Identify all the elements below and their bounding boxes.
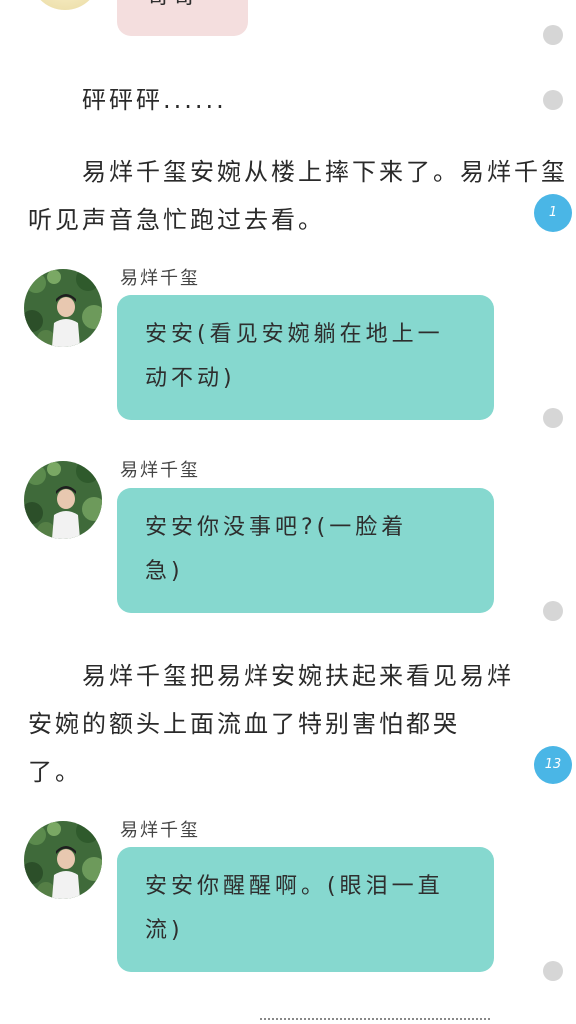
- message-bubble: 安安(看见安婉躺在地上一 动不动): [117, 295, 494, 420]
- comment-count: 1: [548, 205, 558, 220]
- paragraph-comment-dot-icon[interactable]: [543, 25, 563, 45]
- speaker-name: 易烊千玺: [120, 820, 200, 841]
- partial-next-line: [260, 1014, 500, 1024]
- message-text: 哥哥~: [147, 0, 221, 9]
- paragraph-comment-count-badge[interactable]: 1: [534, 194, 572, 232]
- boy-portrait-avatar-icon: [24, 269, 102, 347]
- narration-paragraph: 易烊千玺把易烊安婉扶起来看见易烊 安婉的额头上面流血了特别害怕都哭 了。: [28, 652, 528, 796]
- speaker-avatar[interactable]: [24, 821, 102, 899]
- paragraph-comment-count-badge[interactable]: 13: [534, 746, 572, 784]
- speaker-avatar[interactable]: [24, 269, 102, 347]
- speaker-avatar[interactable]: [24, 461, 102, 539]
- paragraph-comment-dot-icon[interactable]: [543, 90, 563, 110]
- avatar-partial-top[interactable]: [30, 0, 100, 10]
- comment-count: 13: [544, 757, 562, 772]
- message-line: 安安你醒醒啊。(眼泪一直: [145, 874, 444, 899]
- message-line: 动不动): [145, 366, 236, 391]
- message-line: 流): [145, 918, 184, 943]
- narration-line: 砰砰砰......: [82, 86, 227, 114]
- paragraph-comment-dot-icon[interactable]: [543, 961, 563, 981]
- message-line: 安安(看见安婉躺在地上一: [145, 322, 444, 347]
- narration-paragraph: 砰砰砰......: [28, 76, 528, 124]
- speaker-name: 易烊千玺: [120, 268, 200, 289]
- narration-line: 听见声音急忙跑过去看。: [28, 206, 325, 234]
- narration-line: 安婉的额头上面流血了特别害怕都哭: [28, 710, 460, 738]
- message-bubble: 安安你没事吧?(一脸着 急): [117, 488, 494, 613]
- message-line: 安安你没事吧?(一脸着: [145, 515, 408, 540]
- narration-paragraph: 易烊千玺安婉从楼上摔下来了。易烊千玺 听见声音急忙跑过去看。: [28, 148, 568, 244]
- message-bubble: 安安你醒醒啊。(眼泪一直 流): [117, 847, 494, 972]
- narration-line: 了。: [28, 758, 82, 786]
- speaker-name: 易烊千玺: [120, 460, 200, 481]
- narration-line: 易烊千玺安婉从楼上摔下来了。易烊千玺: [82, 158, 568, 186]
- paragraph-comment-dot-icon[interactable]: [543, 601, 563, 621]
- narration-line: 易烊千玺把易烊安婉扶起来看见易烊: [82, 662, 514, 690]
- boy-portrait-avatar-icon: [24, 461, 102, 539]
- message-bubble-partial: 哥哥~: [117, 0, 248, 36]
- message-line: 急): [145, 559, 184, 584]
- boy-portrait-avatar-icon: [24, 821, 102, 899]
- paragraph-comment-dot-icon[interactable]: [543, 408, 563, 428]
